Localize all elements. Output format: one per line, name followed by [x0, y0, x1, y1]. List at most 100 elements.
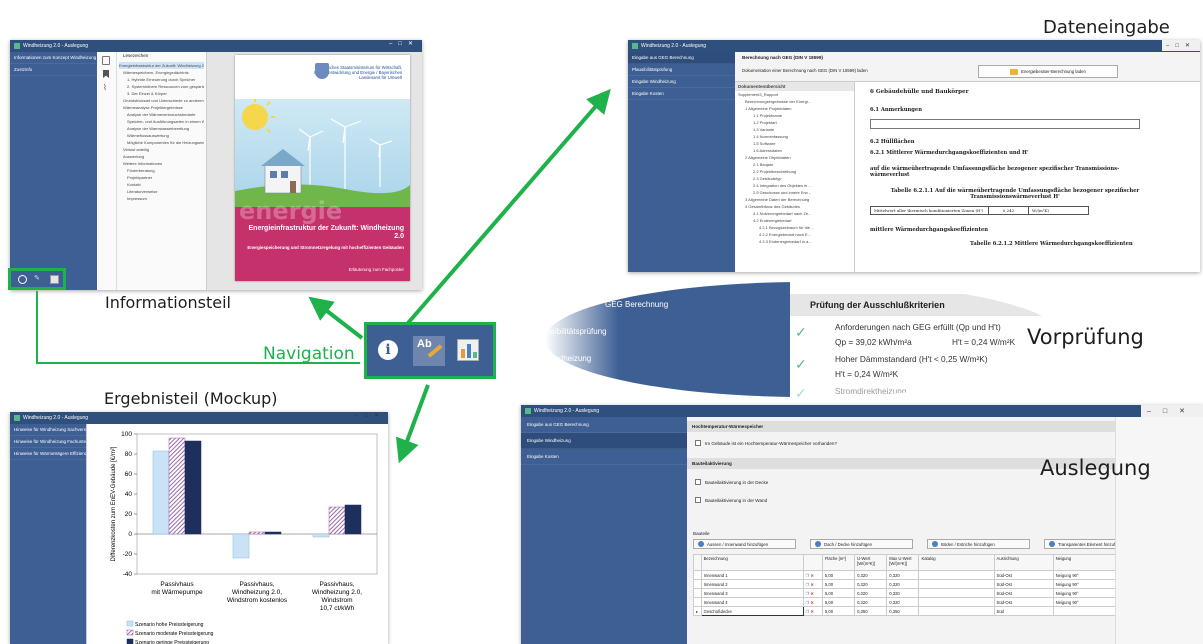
tree-item[interactable]: Grundstücksart und Unterschiede zu ander…: [119, 97, 204, 104]
tree-item[interactable]: 1. Hybride Erneuerung durch Speicher: [119, 76, 204, 83]
copy-icon[interactable]: ❐: [806, 609, 810, 614]
tree-item[interactable]: 1.5 Software: [735, 140, 854, 147]
sidebar-item-geg[interactable]: Eingabe aus GEG Berechnung: [628, 52, 735, 64]
delete-icon[interactable]: ✕: [811, 600, 815, 605]
tree-item[interactable]: Auswertung: [119, 153, 204, 160]
ba-wand-checkbox[interactable]: [695, 497, 701, 503]
cell-flaeche[interactable]: 5,00: [821, 606, 856, 616]
tree-item[interactable]: Wärmeanalyse Projektergebnisse: [119, 104, 204, 111]
tree-item[interactable]: 2. Systemhöhere Ressourcen zum gesparten…: [119, 83, 204, 90]
cell-ausrichtung[interactable]: Süd-Ost: [993, 570, 1054, 580]
tree-item[interactable]: Literaturverweise: [119, 188, 204, 195]
delete-icon[interactable]: ✕: [811, 573, 815, 578]
tree-item[interactable]: 1.3 Variante: [735, 126, 854, 133]
load-calculation-button[interactable]: Energieberater-Berechnung laden: [978, 65, 1118, 78]
cell-uwert[interactable]: 0,320: [854, 570, 888, 580]
sidebar-item-kosten[interactable]: Eingabe Kosten: [521, 449, 687, 465]
vor-sidebar-geg[interactable]: GEG Berechnung: [605, 300, 668, 309]
nav-info-icon[interactable]: i: [378, 340, 398, 360]
tree-item[interactable]: 1.4 Normenfassung: [735, 133, 854, 140]
sidebar-item-sachverstaendige[interactable]: Hinweise für Windheizung Sachverständige: [10, 424, 86, 436]
cell-bezeichnung[interactable]: Innenwand 1: [700, 570, 804, 580]
tree-item[interactable]: 3. Der Einzel & Körper: [119, 90, 204, 97]
window-controls[interactable]: –□✕: [355, 412, 385, 419]
copy-icon[interactable]: ❐: [806, 582, 810, 587]
cell-uwert[interactable]: 0,320: [854, 579, 888, 589]
add-roof-button[interactable]: Dach / Decke hinzufügen: [810, 539, 913, 549]
window-controls[interactable]: –□✕: [1141, 405, 1203, 417]
cell-katalog[interactable]: [918, 588, 995, 598]
sidebar-item-windheizung[interactable]: Eingabe Windheizung: [628, 76, 735, 88]
tree-item[interactable]: 4.2.2 Energiebedarf nach E...: [735, 231, 854, 238]
cell-neigung[interactable]: Neigung 90°: [1052, 588, 1119, 598]
col-uwert[interactable]: U-Wert [W/(m²K)]: [854, 554, 888, 571]
page-icon[interactable]: [102, 56, 110, 65]
tree-item[interactable]: Förderberatung: [119, 167, 204, 174]
tree-item[interactable]: Mögliche Komponenten für die Heizungsein…: [119, 139, 204, 146]
cell-neigung[interactable]: Neigung 90°: [1052, 579, 1119, 589]
bookmark-icon[interactable]: [103, 70, 109, 78]
cell-bezeichnung[interactable]: Innenwand 3: [700, 588, 804, 598]
col-neigung[interactable]: Neigung: [1052, 554, 1119, 571]
tree-item[interactable]: Analyse der Warmwasserbereitung: [119, 125, 204, 132]
table-row[interactable]: Innenwand 4 ❐ ✕ 5,00 0,320 0,320 Süd-Ost…: [693, 597, 1119, 607]
cell-uwert[interactable]: 0,320: [854, 597, 888, 607]
tree-item[interactable]: 3 Allgemeine Daten der Berechnung: [735, 196, 854, 203]
col-ausrichtung[interactable]: Ausrichtung: [993, 554, 1054, 571]
tree-item[interactable]: Wärmeflussauswertung: [119, 132, 204, 139]
tree-item[interactable]: 4.2 Endenergiebedarf: [735, 217, 854, 224]
cell-ausrichtung[interactable]: Süd-Ost: [993, 588, 1054, 598]
delete-icon[interactable]: ✕: [811, 609, 815, 614]
cell-katalog[interactable]: [918, 606, 995, 616]
tree-item[interactable]: Projektpartner: [119, 174, 204, 181]
tree-item[interactable]: 4 Gesamtbilanz des Gebäudes: [735, 203, 854, 210]
copy-icon[interactable]: ❐: [806, 591, 810, 596]
hts-checkbox[interactable]: [695, 440, 701, 446]
table-row[interactable]: Innenwand 2 ❐ ✕ 5,00 0,320 0,320 Süd-Ost…: [693, 579, 1119, 589]
tree-item[interactable]: Impressum: [119, 195, 204, 202]
tree-item[interactable]: Supplement3_Rapport: [735, 91, 854, 98]
cell-katalog[interactable]: [918, 579, 995, 589]
tree-item[interactable]: Analyse der Wärmeverbrauchsbedarfe: [119, 111, 204, 118]
add-floor-button[interactable]: Böden / Estriche hinzufügen: [927, 539, 1030, 549]
cell-bezeichnung[interactable]: Innenwand 2: [700, 579, 804, 589]
nav-chart-icon[interactable]: [457, 339, 479, 361]
tree-item[interactable]: Verlust anteilig: [119, 146, 204, 153]
cell-neigung[interactable]: Neigung 90°: [1052, 570, 1119, 580]
tree-item[interactable]: 2.2 Projektbeschreibung: [735, 168, 854, 175]
tree-item[interactable]: 4.2.1 Bezugszeitraum für die ...: [735, 224, 854, 231]
cell-flaeche[interactable]: 5,00: [821, 579, 856, 589]
tree-item[interactable]: Weitere Informationen: [119, 160, 204, 167]
attachment-icon[interactable]: ⌇: [103, 83, 107, 92]
tree-item[interactable]: 2 Allgemeine Objektdaten: [735, 154, 854, 161]
window-controls[interactable]: –□✕: [1162, 40, 1200, 51]
tree-item[interactable]: 2.4 Integration des Objektes in ...: [735, 182, 854, 189]
table-row[interactable]: Innenwand 3 ❐ ✕ 5,00 0,320 0,320 Süd-Ost…: [693, 588, 1119, 598]
sidebar-item-kosten[interactable]: Eingabe Kosten: [628, 88, 735, 100]
sidebar-item-effizienz[interactable]: Hinweise für Wärmeträgere Effizienzklass…: [10, 448, 86, 460]
sidebar-item-konzept[interactable]: Informationen zum Konzept Windheizung: [10, 52, 97, 64]
cell-flaeche[interactable]: 5,00: [821, 570, 856, 580]
sidebar-item-fachunternehmen[interactable]: Hinweise für Windheizung Fachunternehmen: [10, 436, 86, 448]
col-katalog[interactable]: Katalog: [918, 554, 995, 571]
add-wall-button[interactable]: Aussen / Innenwand hinzufügen: [693, 539, 796, 549]
cell-uwert[interactable]: 0,350: [854, 606, 888, 616]
col-maxuwert[interactable]: Max U-Wert [W/(m²K)]: [886, 554, 920, 571]
tree-item[interactable]: 2.5 Geschosse und innere Erw...: [735, 189, 854, 196]
tree-item[interactable]: 4.1 Nutzenergiebedarf nach Ze...: [735, 210, 854, 217]
table-row[interactable]: Innenwand 1 ❐ ✕ 5,00 0,320 0,320 Süd-Ost…: [693, 570, 1119, 580]
cell-bezeichnung[interactable]: Geschoßdecke: [700, 606, 804, 616]
tree-item[interactable]: 1 Allgemeine Projektdaten: [735, 105, 854, 112]
tree-item[interactable]: 2.3 Gebäudetyp: [735, 175, 854, 182]
tree-item[interactable]: Speicher- und Ausführungsarten in einem …: [119, 118, 204, 125]
cell-neigung[interactable]: Neigung 90°: [1052, 597, 1119, 607]
copy-icon[interactable]: ❐: [806, 573, 810, 578]
tree-item[interactable]: Berechnungsergebnisse der Energi...: [735, 98, 854, 105]
table-row[interactable]: ▸ Geschoßdecke ❐ ✕ 5,00 0,350 0,350 Süd: [693, 606, 1119, 616]
annotation-field[interactable]: [870, 119, 1140, 129]
window-controls[interactable]: –□✕: [389, 40, 419, 47]
vor-sidebar-plausi[interactable]: Plausibilitätsprüfung: [545, 327, 607, 336]
sidebar-item-geg[interactable]: Eingabe aus GEG Berechnung: [521, 417, 687, 433]
tree-item[interactable]: 1.1 Projektname: [735, 112, 854, 119]
cell-ausrichtung[interactable]: Süd-Ost: [993, 597, 1054, 607]
